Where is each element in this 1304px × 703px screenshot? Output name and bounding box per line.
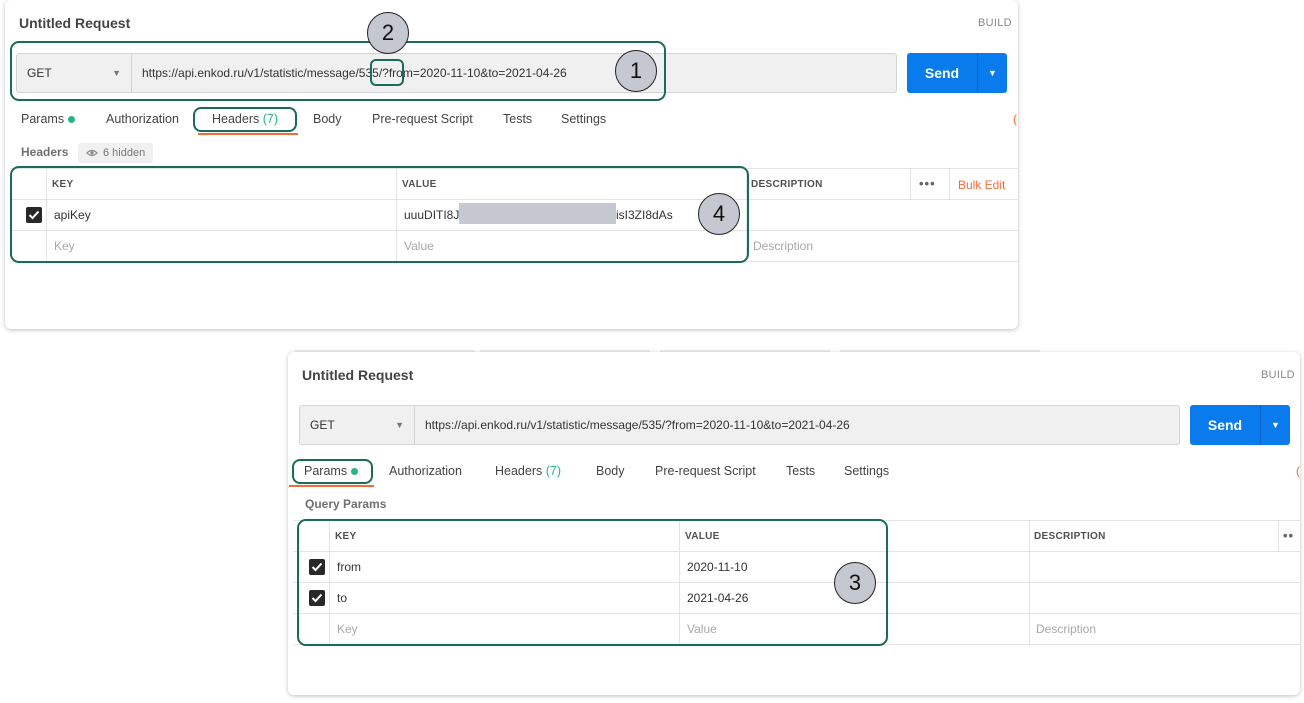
annotation-badge-2: 2 <box>367 12 409 54</box>
method-select[interactable]: GET ▼ <box>299 405 415 445</box>
send-button[interactable]: Send ▼ <box>1190 405 1290 445</box>
tab-tests[interactable]: Tests <box>503 112 532 126</box>
eye-icon <box>86 149 98 157</box>
build-mode-label[interactable]: BUILD <box>978 17 1012 29</box>
send-label: Send <box>1207 417 1243 433</box>
tab-label: Headers <box>495 464 543 478</box>
annotation-params-table-frame <box>297 519 888 646</box>
section-title: Headers <box>21 145 69 159</box>
caret-down-icon[interactable]: ▼ <box>1260 405 1290 445</box>
method-value: GET <box>310 418 335 432</box>
tab-authorization[interactable]: Authorization <box>106 112 179 126</box>
more-dots-icon[interactable]: ••• <box>919 176 936 191</box>
column-divider <box>1029 520 1030 644</box>
column-header-description: DESCRIPTION <box>1034 531 1106 542</box>
active-tab-underline <box>289 485 374 487</box>
column-header-description: DESCRIPTION <box>751 179 823 190</box>
column-divider <box>1278 520 1279 551</box>
tab-body[interactable]: Body <box>596 464 625 478</box>
tab-pre-request-script[interactable]: Pre-request Script <box>655 464 756 478</box>
url-input[interactable]: https://api.enkod.ru/v1/statistic/messag… <box>415 405 1180 445</box>
tab-authorization[interactable]: Authorization <box>389 464 462 478</box>
tab-params[interactable]: Params <box>21 112 76 126</box>
tab-settings[interactable]: Settings <box>561 112 606 126</box>
status-dot-icon <box>68 116 76 124</box>
annotation-headers-tab-frame <box>193 107 297 132</box>
cookies-link-edge[interactable]: ( <box>1296 464 1300 478</box>
bulk-edit-link[interactable]: Bulk Edit <box>958 178 1005 192</box>
request-title: Untitled Request <box>302 367 414 383</box>
build-mode-label[interactable]: BUILD <box>1261 369 1295 381</box>
more-dots-icon[interactable]: •• <box>1283 528 1294 543</box>
tab-label: Params <box>21 112 65 126</box>
tab-pre-request-script[interactable]: Pre-request Script <box>372 112 473 126</box>
description-placeholder[interactable]: Description <box>1036 622 1096 636</box>
annotation-badge-1: 1 <box>615 50 657 92</box>
tab-tests[interactable]: Tests <box>786 464 815 478</box>
url-value: https://api.enkod.ru/v1/statistic/messag… <box>425 418 850 432</box>
section-title: Query Params <box>305 497 387 511</box>
hidden-count: 6 hidden <box>103 147 146 159</box>
headers-count: (7) <box>545 464 562 478</box>
caret-down-icon: ▼ <box>395 420 404 430</box>
annotation-badge-3: 3 <box>834 562 876 604</box>
send-button[interactable]: Send ▼ <box>907 53 1007 93</box>
send-label: Send <box>924 65 960 81</box>
description-placeholder[interactable]: Description <box>753 239 813 253</box>
annotation-id-frame <box>370 59 404 86</box>
request-title: Untitled Request <box>19 15 131 31</box>
hidden-headers-toggle[interactable]: 6 hidden <box>78 143 154 163</box>
column-divider <box>910 168 911 199</box>
annotation-params-tab-frame <box>292 459 373 484</box>
column-divider <box>949 168 950 199</box>
cookies-link-edge[interactable]: ( <box>1013 112 1017 126</box>
annotation-badge-4: 4 <box>698 193 740 235</box>
tab-settings[interactable]: Settings <box>844 464 889 478</box>
tab-headers[interactable]: Headers (7) <box>495 464 561 478</box>
annotation-headers-table-frame <box>10 166 749 263</box>
caret-down-icon[interactable]: ▼ <box>977 53 1007 93</box>
tab-body[interactable]: Body <box>313 112 342 126</box>
annotation-url-frame <box>10 41 666 101</box>
active-tab-underline <box>198 133 298 135</box>
